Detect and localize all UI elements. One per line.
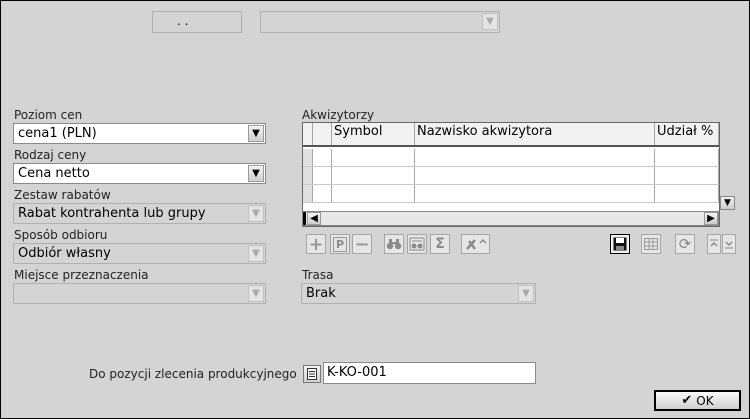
pickup-method-select[interactable]: Odbiór własny ▼ [13, 243, 266, 264]
row-indicator [303, 167, 313, 184]
horizontal-scrollbar[interactable]: ◀ ▶ [302, 211, 719, 226]
column-symbol[interactable]: Symbol [332, 123, 415, 145]
table-cell [332, 149, 415, 166]
minus-icon: − [354, 233, 370, 255]
chevron-left-icon: ◀ [310, 213, 318, 224]
table-cell [332, 167, 415, 184]
row-indicator [303, 149, 313, 166]
pickup-method-value: Odbiór własny [18, 246, 111, 261]
find-list-icon [409, 237, 425, 251]
table-cell [415, 185, 655, 202]
table-icon [644, 238, 658, 250]
route-label: Trasa [302, 268, 334, 282]
list-icon [307, 368, 317, 380]
row-indicator [303, 185, 313, 202]
table-cell [415, 149, 655, 166]
column-acquirer-name-label: Nazwisko akwizytora [417, 124, 553, 139]
find-button[interactable] [384, 234, 404, 254]
table-row[interactable] [303, 167, 719, 185]
price-level-label: Poziom cen [14, 108, 83, 122]
column-share[interactable]: Udział % [655, 123, 719, 145]
acquirers-label: Akwizytorzy [302, 108, 375, 122]
p-button[interactable]: P [330, 234, 350, 254]
scroll-right-button[interactable]: ▶ [704, 212, 718, 225]
plus-icon: + [308, 233, 324, 255]
chevron-down-icon[interactable]: ▼ [248, 125, 264, 142]
route-value: Brak [306, 286, 336, 301]
chevron-down-icon[interactable]: ▼ [482, 13, 498, 30]
scroll-left-button[interactable]: ◀ [307, 212, 321, 225]
date-field[interactable]: . . [152, 11, 242, 33]
chevron-down-icon: ▼ [724, 198, 731, 208]
collapse-up-button[interactable] [707, 234, 721, 254]
expand-down-button[interactable] [722, 234, 736, 254]
column-acquirer-name[interactable]: Nazwisko akwizytora [415, 123, 655, 145]
chevron-down-icon[interactable]: ▼ [248, 285, 264, 302]
floppy-disk-icon [613, 237, 627, 251]
check-icon: ✔ [681, 393, 693, 408]
production-order-value: K-KO-001 [327, 365, 387, 380]
table-cell [313, 185, 332, 202]
ok-button-label: OK [696, 393, 714, 408]
discount-set-select[interactable]: Rabat kontrahenta lub grupy ▼ [13, 203, 266, 224]
add-button[interactable]: + [306, 233, 326, 255]
p-icon: P [332, 236, 348, 252]
table-cell [313, 149, 332, 166]
production-order-lookup-button[interactable] [303, 365, 321, 383]
pickup-method-label: Sposób odbioru [14, 228, 108, 242]
table-row[interactable] [303, 149, 719, 167]
price-level-select[interactable]: cena1 (PLN) ▼ [13, 123, 266, 144]
discount-set-label: Zestaw rabatów [14, 188, 111, 202]
price-level-value: cena1 (PLN) [18, 126, 97, 141]
tools-icon [465, 238, 487, 250]
row-indicator-header [303, 123, 313, 145]
remove-button[interactable]: − [352, 233, 372, 255]
save-button[interactable] [610, 234, 630, 254]
price-type-label: Rodzaj ceny [14, 148, 87, 162]
tools-button[interactable] [461, 234, 490, 254]
column-share-label: Udział % [657, 124, 714, 139]
table-cell [655, 167, 719, 184]
table-cell [313, 167, 332, 184]
chevron-down-icon[interactable]: ▼ [518, 285, 534, 302]
production-order-label: Do pozycji zlecenia produkcyjnego [89, 367, 297, 381]
table-cell [332, 185, 415, 202]
chevron-down-icon[interactable]: ▼ [248, 165, 264, 182]
table-header: Symbol Nazwisko akwizytora Udział % [303, 123, 719, 147]
date-field-value: . . [177, 14, 189, 28]
spacer-header [313, 123, 332, 145]
find-in-list-button[interactable] [407, 234, 427, 254]
ok-button[interactable]: ✔ OK [654, 390, 741, 411]
refresh-icon: ⟳ [678, 235, 692, 253]
price-type-select[interactable]: Cena netto ▼ [13, 163, 266, 184]
sum-button[interactable]: Σ [430, 234, 450, 254]
table-cell [655, 185, 719, 202]
table-cell [415, 167, 655, 184]
destination-select[interactable]: ▼ [13, 283, 266, 304]
table-row[interactable] [303, 185, 719, 203]
row-pointer-marker [303, 212, 306, 225]
route-select[interactable]: Brak ▼ [301, 283, 536, 304]
expand-down-icon [725, 241, 733, 249]
destination-label: Miejsce przeznaczenia [14, 268, 149, 282]
binoculars-icon [386, 239, 402, 250]
collapse-up-icon [710, 239, 718, 247]
chevron-down-icon[interactable]: ▼ [248, 245, 264, 262]
top-combo[interactable]: ▼ [260, 11, 500, 33]
chevron-down-icon[interactable]: ▼ [248, 205, 264, 222]
column-symbol-label: Symbol [334, 124, 383, 139]
production-order-field[interactable]: K-KO-001 [323, 362, 536, 384]
price-type-value: Cena netto [18, 166, 90, 181]
discount-set-value: Rabat kontrahenta lub grupy [18, 206, 206, 221]
table-view-button[interactable] [641, 234, 661, 254]
chevron-right-icon: ▶ [707, 213, 715, 224]
vertical-scroll-down[interactable]: ▼ [720, 196, 735, 210]
refresh-button[interactable]: ⟳ [675, 234, 695, 254]
table-cell [655, 149, 719, 166]
sigma-icon: Σ [435, 236, 445, 252]
